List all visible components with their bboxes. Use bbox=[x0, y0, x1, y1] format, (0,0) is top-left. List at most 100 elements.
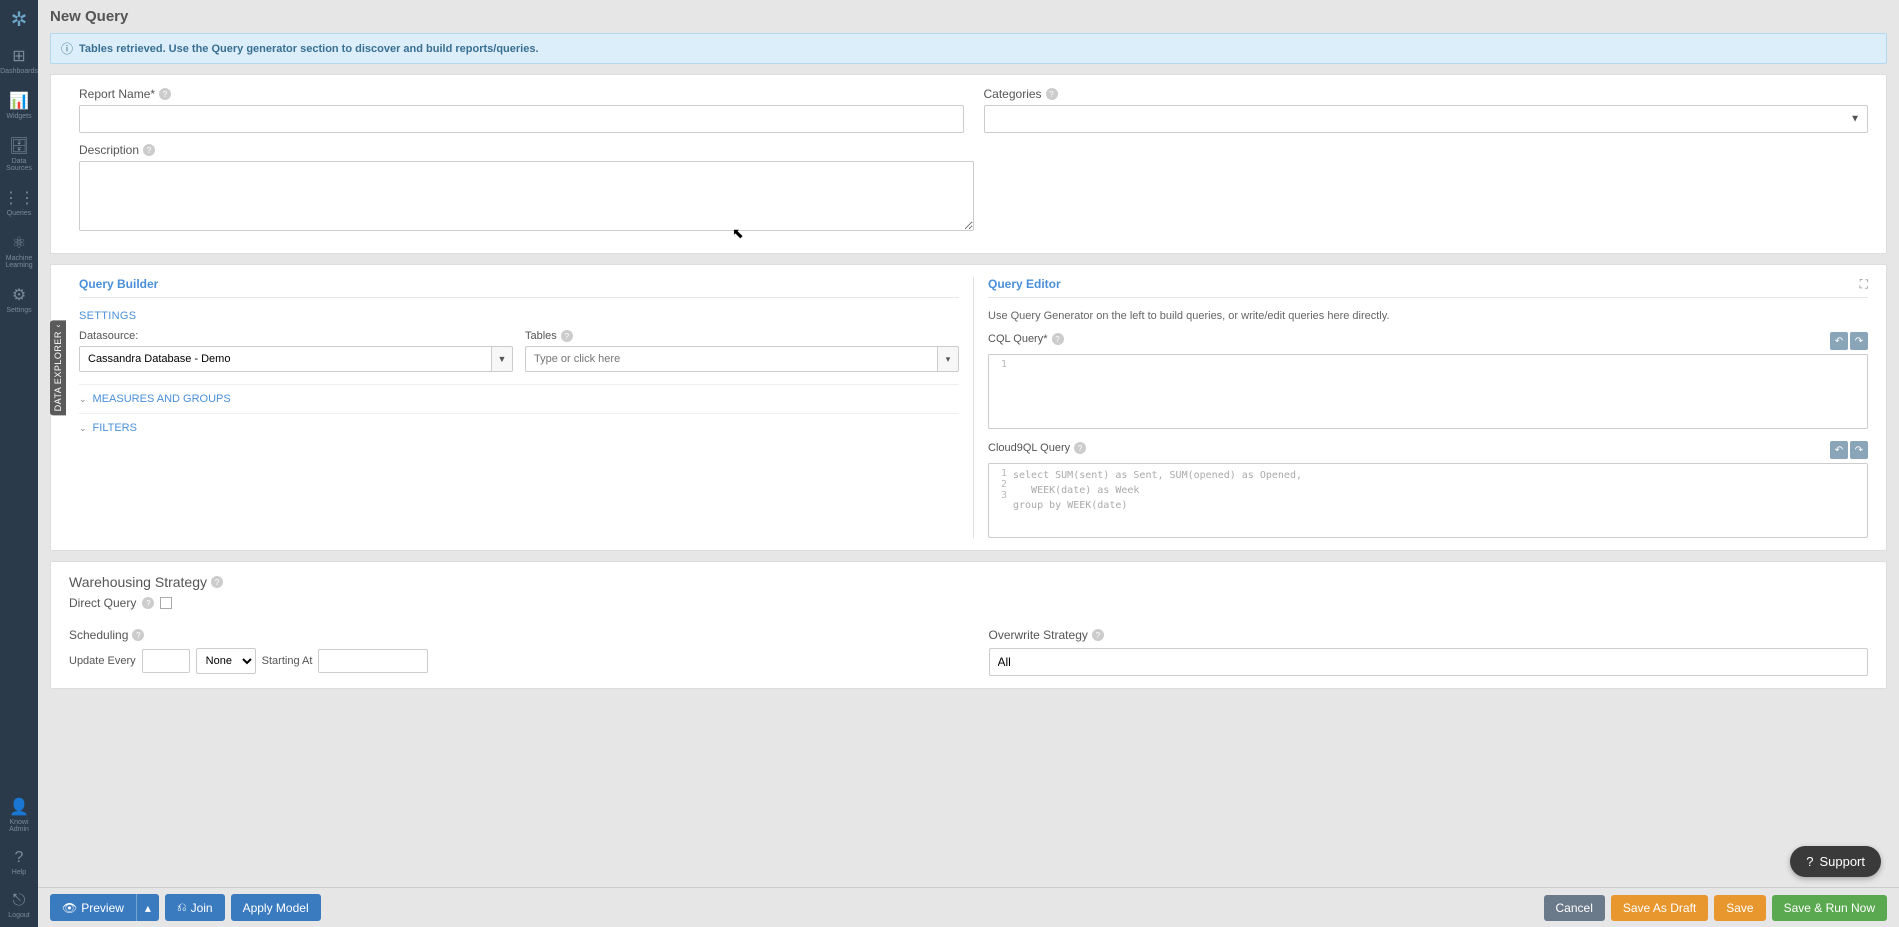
footer-bar: 👁 Preview ▴ ⎌ Join Apply Model Cancel Sa… bbox=[38, 887, 1899, 927]
filters-label: FILTERS bbox=[93, 422, 137, 434]
update-every-input[interactable] bbox=[142, 649, 190, 673]
direct-query-checkbox[interactable] bbox=[160, 597, 172, 609]
cql-undo-button[interactable]: ↶ bbox=[1830, 332, 1848, 350]
query-builder-title: Query Builder bbox=[79, 277, 959, 298]
sidebar-item-queries[interactable]: ⋮⋮ Queries bbox=[0, 180, 38, 225]
help-icon[interactable]: ? bbox=[142, 597, 154, 609]
description-label: Description ? bbox=[79, 143, 974, 157]
logout-icon: ⎋ bbox=[13, 892, 26, 910]
warehousing-card: Warehousing Strategy ? Direct Query ? Sc… bbox=[50, 561, 1887, 689]
explorer-tab-label: DATA EXPLORER bbox=[53, 331, 63, 411]
help-icon: ? bbox=[15, 849, 24, 867]
description-textarea[interactable] bbox=[79, 161, 974, 231]
direct-query-row: Direct Query ? bbox=[69, 596, 1868, 610]
save-draft-button[interactable]: Save As Draft bbox=[1611, 895, 1708, 921]
info-icon: ⓘ bbox=[61, 40, 73, 57]
query-editor-title: Query Editor bbox=[988, 277, 1868, 298]
cloud9-code: select SUM(sent) as Sent, SUM(opened) as… bbox=[1013, 468, 1861, 533]
tables-input[interactable] bbox=[525, 346, 937, 372]
sidebar-item-widgets[interactable]: 📊 Widgets bbox=[0, 83, 38, 128]
interval-select[interactable]: None bbox=[196, 648, 256, 674]
sidebar-item-ml[interactable]: ⚛ Machine Learning bbox=[0, 225, 38, 277]
support-icon: ? bbox=[1806, 854, 1813, 869]
sidebar-label: Machine Learning bbox=[0, 255, 38, 269]
categories-select[interactable] bbox=[984, 105, 1869, 133]
overwrite-label: Overwrite Strategy ? bbox=[989, 628, 1869, 642]
query-card: Query Builder SETTINGS Datasource: ▼ bbox=[50, 264, 1887, 551]
join-button[interactable]: ⎌ Join bbox=[165, 894, 225, 921]
cql-redo-button[interactable]: ↷ bbox=[1850, 332, 1868, 350]
help-icon[interactable]: ? bbox=[1092, 629, 1104, 641]
cloud9-redo-button[interactable]: ↷ bbox=[1850, 441, 1868, 459]
info-text: Tables retrieved. Use the Query generato… bbox=[79, 43, 539, 55]
sidebar-item-settings[interactable]: ⚙ Settings bbox=[0, 277, 38, 322]
cloud9-label: Cloud9QL Query ? bbox=[988, 442, 1086, 454]
sidebar-label: Knowi Admin bbox=[0, 819, 38, 833]
help-icon[interactable]: ? bbox=[132, 629, 144, 641]
queries-icon: ⋮⋮ bbox=[3, 188, 35, 208]
help-icon[interactable]: ? bbox=[1046, 88, 1058, 100]
help-icon[interactable]: ? bbox=[561, 330, 573, 342]
filters-toggle[interactable]: ⌄ FILTERS bbox=[79, 413, 959, 442]
starting-at-label: Starting At bbox=[262, 655, 313, 667]
query-builder-panel: Query Builder SETTINGS Datasource: ▼ bbox=[79, 277, 974, 538]
starting-at-input[interactable] bbox=[318, 649, 428, 673]
scheduling-label: Scheduling ? bbox=[69, 628, 949, 642]
help-icon[interactable]: ? bbox=[159, 88, 171, 100]
main-area: New Query ⓘ Tables retrieved. Use the Qu… bbox=[38, 0, 1899, 927]
support-label: Support bbox=[1819, 854, 1865, 869]
save-run-button[interactable]: Save & Run Now bbox=[1772, 895, 1887, 921]
report-name-input[interactable] bbox=[79, 105, 964, 133]
sidebar-item-admin[interactable]: 👤 Knowi Admin bbox=[0, 789, 38, 841]
page-header: New Query bbox=[38, 0, 1899, 33]
sidebar: ✲ ⊞ Dashboards 📊 Widgets 🗄 Data Sources … bbox=[0, 0, 38, 927]
sidebar-label: Help bbox=[12, 869, 26, 876]
chevron-left-icon: ‹ bbox=[54, 324, 63, 327]
help-icon[interactable]: ? bbox=[143, 144, 155, 156]
sidebar-label: Widgets bbox=[6, 113, 31, 120]
cloud9-editor[interactable]: 123 select SUM(sent) as Sent, SUM(opened… bbox=[988, 463, 1868, 538]
sidebar-item-help[interactable]: ? Help bbox=[0, 841, 38, 884]
editor-hint: Use Query Generator on the left to build… bbox=[988, 310, 1868, 322]
settings-header: SETTINGS bbox=[79, 310, 959, 322]
info-banner: ⓘ Tables retrieved. Use the Query genera… bbox=[50, 33, 1887, 64]
sidebar-item-dashboards[interactable]: ⊞ Dashboards bbox=[0, 38, 38, 83]
support-button[interactable]: ? Support bbox=[1790, 846, 1881, 877]
sidebar-item-datasources[interactable]: 🗄 Data Sources bbox=[0, 128, 38, 180]
expand-icon[interactable]: ⛶ bbox=[1860, 277, 1868, 292]
preview-button[interactable]: 👁 Preview bbox=[50, 894, 136, 921]
help-icon[interactable]: ? bbox=[1074, 442, 1086, 454]
chevron-down-icon: ⌄ bbox=[79, 394, 87, 405]
cql-editor[interactable]: 1 bbox=[988, 354, 1868, 429]
tables-label: Tables ? bbox=[525, 330, 959, 342]
datasource-select[interactable] bbox=[79, 346, 491, 372]
report-form-card: Report Name* ? Categories ? ▼ bbox=[50, 74, 1887, 254]
sidebar-label: Settings bbox=[6, 307, 31, 314]
gutter: 123 bbox=[995, 468, 1013, 533]
overwrite-strategy-input[interactable] bbox=[989, 648, 1869, 676]
tables-dropdown-button[interactable]: ▾ bbox=[937, 346, 959, 372]
sidebar-label: Data Sources bbox=[0, 158, 38, 172]
datasource-icon: 🗄 bbox=[9, 136, 29, 156]
cancel-button[interactable]: Cancel bbox=[1544, 895, 1605, 921]
sidebar-label: Logout bbox=[8, 912, 29, 919]
app-logo[interactable]: ✲ bbox=[0, 0, 38, 38]
cloud9-undo-button[interactable]: ↶ bbox=[1830, 441, 1848, 459]
measures-groups-toggle[interactable]: ⌄ MEASURES AND GROUPS bbox=[79, 384, 959, 413]
gutter: 1 bbox=[995, 359, 1013, 424]
widgets-icon: 📊 bbox=[9, 91, 29, 111]
datasource-dropdown-button[interactable]: ▼ bbox=[491, 346, 513, 372]
join-icon: ⎌ bbox=[177, 900, 187, 915]
preview-dropdown-button[interactable]: ▴ bbox=[136, 894, 159, 921]
sidebar-label: Queries bbox=[7, 210, 32, 217]
help-icon[interactable]: ? bbox=[211, 576, 223, 588]
help-icon[interactable]: ? bbox=[1052, 333, 1064, 345]
eye-icon: 👁 bbox=[62, 901, 77, 915]
categories-label: Categories ? bbox=[984, 87, 1869, 101]
ml-icon: ⚛ bbox=[12, 233, 26, 253]
apply-model-button[interactable]: Apply Model bbox=[231, 894, 321, 921]
save-button[interactable]: Save bbox=[1714, 895, 1765, 921]
data-explorer-tab[interactable]: DATA EXPLORER ‹ bbox=[50, 320, 66, 415]
admin-icon: 👤 bbox=[9, 797, 29, 817]
sidebar-item-logout[interactable]: ⎋ Logout bbox=[0, 884, 38, 927]
